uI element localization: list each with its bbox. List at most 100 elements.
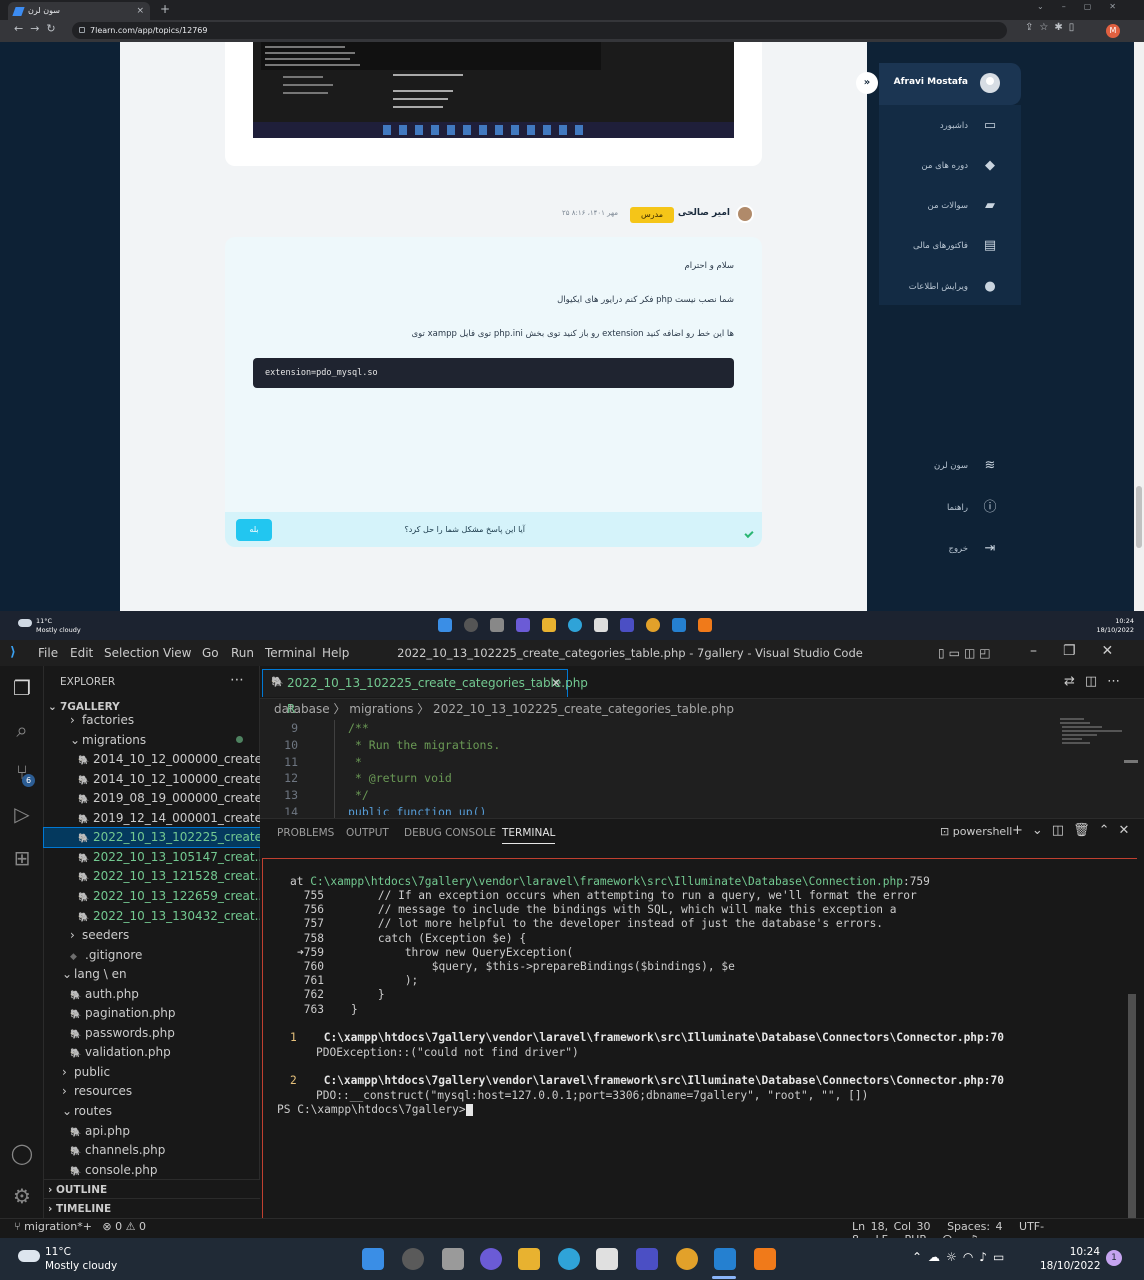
menu-run[interactable]: Run [231, 646, 254, 660]
store-icon[interactable] [596, 1248, 618, 1270]
tab-debug-console[interactable]: DEBUG CONSOLE [404, 827, 496, 839]
tree-item[interactable]: › seeders [70, 926, 129, 945]
taskbar-clock[interactable]: 10:24 18/10/2022 [1040, 1245, 1101, 1273]
tree-item[interactable]: 🐘 auth.php [70, 985, 139, 1004]
extensions-icon[interactable]: ⊞ [9, 845, 35, 871]
tree-item[interactable]: ⌄ lang \ en [62, 965, 127, 984]
sidebar-item-sevenlearn[interactable]: سون لرن ≋ [880, 456, 1000, 476]
sidebar-item-my-courses[interactable]: دوره های من ◆ [880, 156, 1000, 176]
tab-terminal[interactable]: TERMINAL [502, 827, 556, 844]
tree-item[interactable]: › public [62, 1063, 110, 1082]
vscode-icon[interactable] [672, 618, 686, 632]
tab-problems[interactable]: PROBLEMS [277, 827, 334, 839]
browser-tab[interactable]: سون لرن × [8, 2, 150, 20]
app-icon[interactable] [636, 1248, 658, 1270]
browser-window-controls[interactable]: ⌄–▢✕ [1037, 2, 1134, 11]
editor-tab-active[interactable]: 🐘 2022_10_13_102225_create_categories_ta… [262, 669, 588, 716]
tree-item[interactable]: ⌄ migrations [70, 731, 146, 750]
profile-avatar[interactable]: M [1106, 24, 1120, 38]
yes-button[interactable]: بله [236, 519, 272, 541]
tree-item[interactable]: ⌄ routes [62, 1102, 112, 1121]
xampp-icon[interactable] [698, 618, 712, 632]
cursor-position[interactable]: Ln 18, Col 30 [852, 1220, 931, 1233]
sidebar-item-dashboard[interactable]: داشبورد ▭ [880, 116, 1000, 136]
tree-item[interactable]: 🐘 api.php [70, 1122, 130, 1141]
browser-nav-buttons[interactable]: ←→↻ [14, 22, 63, 35]
panel-actions[interactable]: +⌄◫🗑︎⌃✕ [1012, 823, 1138, 838]
teams-icon[interactable] [516, 618, 530, 632]
search-icon[interactable] [402, 1248, 424, 1270]
attached-screenshot[interactable] [253, 42, 734, 138]
store-icon[interactable] [594, 618, 608, 632]
menu-edit[interactable]: Edit [70, 646, 93, 660]
terminal-scrollbar[interactable] [1128, 994, 1136, 1218]
task-view-icon[interactable] [490, 618, 504, 632]
close-tab-icon[interactable]: × [136, 2, 144, 20]
sidebar-item-my-questions[interactable]: سوالات من ▰ [880, 196, 1000, 216]
menu-terminal[interactable]: Terminal [265, 646, 316, 660]
tree-item[interactable]: 🐘2022_10_13_105147_creat...A [78, 848, 282, 867]
system-tray[interactable]: ⌃☁☼◠♪▭ [912, 1250, 1010, 1264]
terminal-shell-selector[interactable]: ⊡ powershell [940, 825, 1012, 838]
status-left[interactable]: ⑂ migration*+ ⊗ 0 ⚠ 0 [14, 1220, 146, 1233]
more-actions-icon[interactable]: ⋯ [230, 672, 244, 688]
terminal-prompt[interactable]: PS C:\xampp\htdocs\7gallery> [277, 1103, 466, 1117]
file-explorer-icon[interactable] [542, 618, 556, 632]
page-scrollbar[interactable] [1134, 42, 1144, 611]
outline-section[interactable]: › OUTLINE [44, 1179, 260, 1199]
search-icon[interactable] [464, 618, 478, 632]
chrome-icon[interactable] [646, 618, 660, 632]
git-branch[interactable]: migration*+ [24, 1220, 92, 1233]
close-tab-icon[interactable]: ✕ [551, 670, 561, 696]
tree-item[interactable]: 🐘 channels.php [70, 1141, 165, 1160]
menu-view[interactable]: View [163, 646, 191, 660]
edge-icon[interactable] [558, 1248, 580, 1270]
search-icon[interactable]: ⌕ [9, 717, 35, 743]
tree-item[interactable]: 🐘2022_10_13_121528_creat...A [78, 867, 282, 886]
answer-code-block[interactable]: extension=pdo_mysql.so [253, 358, 734, 388]
tree-item[interactable]: ◆ .gitignore [70, 946, 142, 965]
browser-extension-icons[interactable]: ⇪☆✱▯ [1025, 22, 1080, 33]
breadcrumb[interactable]: database 〉 migrations 〉 2022_10_13_10222… [274, 700, 734, 717]
sidebar-item-invoices[interactable]: فاکتورهای مالی ▤ [880, 236, 1000, 256]
menu-help[interactable]: Help [322, 646, 349, 660]
tree-item[interactable]: 🐘 pagination.php [70, 1004, 176, 1023]
account-icon[interactable]: ◯ [9, 1140, 35, 1166]
scrollbar-thumb[interactable] [1136, 486, 1142, 548]
menu-file[interactable]: File [38, 646, 58, 660]
app-icon[interactable] [620, 618, 634, 632]
menu-go[interactable]: Go [202, 646, 219, 660]
explorer-icon[interactable]: ❐ [9, 675, 35, 701]
tree-item[interactable]: 🐘 passwords.php [70, 1024, 175, 1043]
layout-toggle-icons[interactable]: ▯▭◫◰ [938, 646, 995, 660]
address-bar[interactable]: 7learn.com/app/topics/12769 [72, 22, 1007, 39]
start-icon[interactable] [362, 1248, 384, 1270]
sidebar-item-help[interactable]: راهنما ⓘ [880, 498, 1000, 518]
minimap[interactable] [1058, 716, 1128, 756]
chrome-icon[interactable] [676, 1248, 698, 1270]
sidebar-item-logout[interactable]: خروج ⇥ [880, 539, 1000, 559]
tree-item[interactable]: › factories [70, 711, 134, 730]
tree-item[interactable]: 🐘 console.php [70, 1161, 158, 1180]
sidebar-item-edit-profile[interactable]: ویرایش اطلاعات ● [880, 277, 1000, 297]
indentation[interactable]: Spaces: 4 [947, 1220, 1002, 1233]
tree-item[interactable]: 🐘2022_10_13_130432_creat...A [78, 907, 282, 926]
tree-item[interactable]: 🐘 validation.php [70, 1043, 171, 1062]
sidebar-collapse-button[interactable]: » [856, 72, 878, 94]
taskbar-weather[interactable]: 11°C Mostly cloudy [45, 1245, 117, 1273]
problems-count[interactable]: ⊗ 0 ⚠ 0 [102, 1220, 146, 1233]
edge-icon[interactable] [568, 618, 582, 632]
settings-gear-icon[interactable]: ⚙ [9, 1183, 35, 1209]
new-tab-button[interactable]: + [160, 2, 170, 16]
teams-chat-icon[interactable] [480, 1248, 502, 1270]
menu-selection[interactable]: Selection [104, 646, 159, 660]
run-debug-icon[interactable]: ▷ [9, 801, 35, 827]
tree-item[interactable]: 🐘2022_10_13_122659_creat...A [78, 887, 282, 906]
file-explorer-icon[interactable] [518, 1248, 540, 1270]
task-view-icon[interactable] [442, 1248, 464, 1270]
weather-cloud-icon[interactable] [18, 1250, 40, 1262]
tab-output[interactable]: OUTPUT [346, 827, 389, 839]
timeline-section[interactable]: › TIMELINE [44, 1198, 260, 1218]
start-icon[interactable] [438, 618, 452, 632]
vscode-window-controls[interactable]: –❐✕ [1030, 643, 1139, 659]
